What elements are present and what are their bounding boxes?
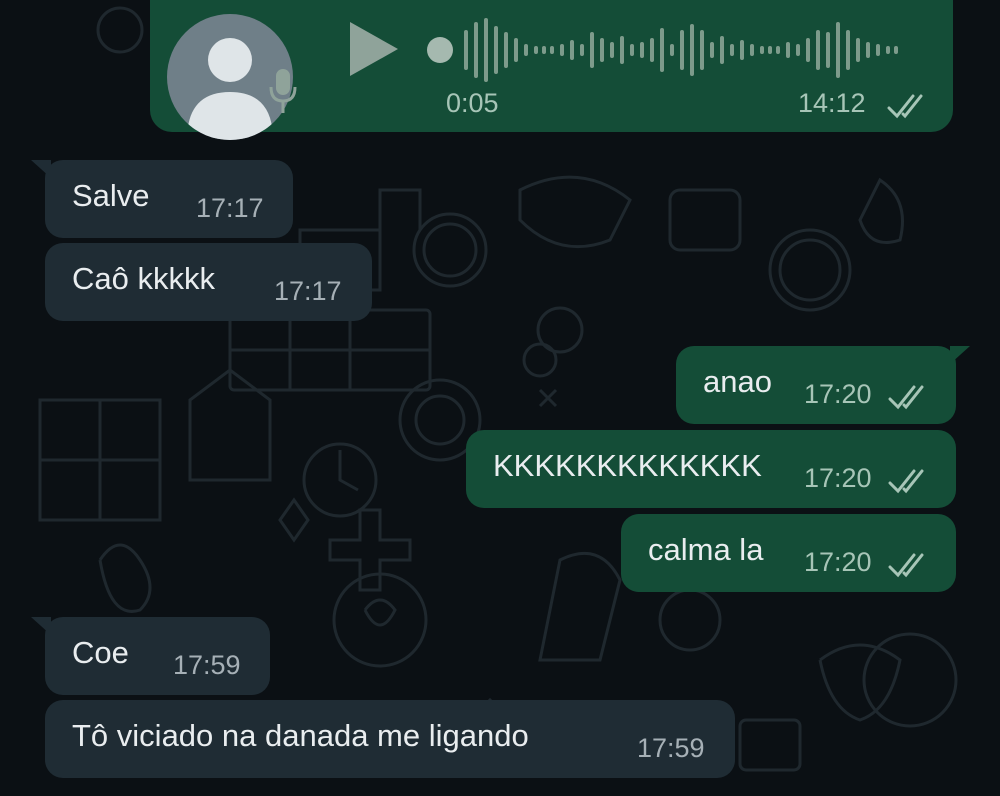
message-time: 17:20 [804,547,872,577]
message-time: 17:17 [274,276,342,306]
message-time: 17:59 [637,733,705,763]
double-check-icon [888,553,924,578]
message-time: 17:17 [196,193,264,223]
message-text: Coe [72,635,129,670]
message-text: Caô kkkkk [72,261,215,296]
outgoing-message-bubble[interactable]: anao 17:20 [676,346,970,424]
message-text: Salve [72,178,150,213]
double-check-icon [888,469,924,494]
audio-waveform[interactable] [426,10,926,90]
incoming-message-bubble[interactable]: Salve 17:17 [31,160,293,238]
message-time: 17:20 [804,379,872,409]
incoming-message-bubble[interactable]: Coe 17:59 [31,617,270,695]
play-icon[interactable] [348,20,400,78]
message-text: calma la [648,532,764,567]
incoming-message-bubble[interactable]: Caô kkkkk 17:17 [45,243,372,321]
message-time: 14:12 [798,88,866,118]
outgoing-message-bubble[interactable]: calma la 17:20 [621,514,956,592]
voice-duration: 0:05 [446,88,499,118]
message-text: Tô viciado na danada me ligando [72,718,529,753]
message-text: KKKKKKKKKKKKK [493,448,762,483]
voice-message-bubble[interactable]: 0:05 14:12 [150,0,953,140]
outgoing-message-bubble[interactable]: KKKKKKKKKKKKK 17:20 [466,430,956,508]
double-check-icon [887,94,923,119]
message-time: 17:59 [173,650,241,680]
microphone-icon [269,69,297,113]
incoming-message-bubble[interactable]: Tô viciado na danada me ligando 17:59 [45,700,735,778]
message-time: 17:20 [804,463,872,493]
double-check-icon [888,385,924,410]
message-text: anao [703,364,772,399]
